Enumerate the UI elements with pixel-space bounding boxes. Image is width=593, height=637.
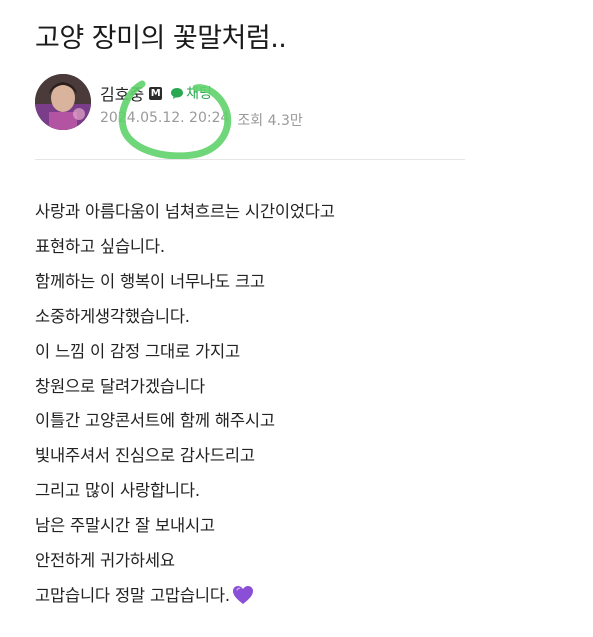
purple-heart-icon <box>232 583 254 618</box>
body-line-10: 남은 주말시간 잘 보내시고 <box>35 516 215 536</box>
body-line-3: 함께하는 이 행복이 너무나도 크고 <box>35 271 265 291</box>
body-line-12: 고맙습니다 정말 고맙습니다. <box>35 579 555 618</box>
author-avatar[interactable] <box>35 74 91 130</box>
avatar-photo <box>35 74 91 130</box>
body-line-5: 이 느낌 이 감정 그대로 가지고 <box>35 341 240 361</box>
chat-bubble-icon <box>171 87 184 99</box>
body-line-9: 그리고 많이 사랑합니다. <box>35 481 200 501</box>
body-line-12-text: 고맙습니다 정말 고맙습니다. <box>35 585 230 605</box>
view-count: 조회 4.3만 <box>237 113 303 129</box>
body-line-2: 표현하고 싶습니다. <box>35 236 165 256</box>
body-line-7: 이틀간 고양콘서트에 함께 해주시고 <box>35 411 275 431</box>
body-line-1: 사랑과 아름다움이 넘쳐흐르는 시간이었다고 <box>35 202 335 221</box>
post-title: 고양 장미의 꽃말처럼.. <box>35 23 287 54</box>
header-divider <box>35 159 465 160</box>
chat-button[interactable]: 채팅 <box>170 83 212 103</box>
post-meta: 2024.05.12. 20:24 조회 4.3만 <box>100 110 303 130</box>
manager-badge: M <box>149 86 163 100</box>
body-line-11: 안전하게 귀가하세요 <box>35 551 175 571</box>
post-date: 2024.05.12. 20:24 <box>100 110 230 126</box>
post-body: 사랑과 아름다움이 넘쳐흐르는 시간이었다고 표현하고 싶습니다. 함께하는 이… <box>35 195 555 618</box>
body-line-6: 창원으로 달려가겠습니다 <box>35 376 205 396</box>
author-row: 김호중 M 채팅 <box>100 81 212 105</box>
chat-label: 채팅 <box>186 86 212 102</box>
author-name[interactable]: 김호중 <box>100 81 144 105</box>
body-line-4: 소중하게생각했습니다. <box>35 306 190 326</box>
body-line-8: 빛내주셔서 진심으로 감사드리고 <box>35 446 255 466</box>
